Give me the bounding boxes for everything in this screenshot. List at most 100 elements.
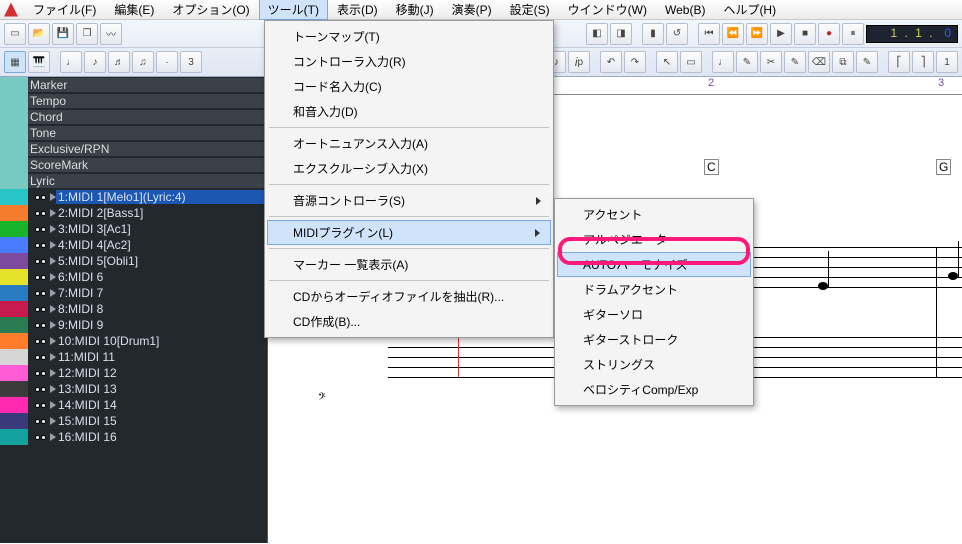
track-controls[interactable] [28,371,48,376]
menu-display[interactable]: 表示(D) [328,0,387,20]
tb-wave-icon[interactable]: 〰 [100,23,122,45]
tb-redo-icon[interactable]: ↷ [624,51,646,73]
tb-glue-icon[interactable]: ⧉ [832,51,854,73]
note[interactable] [818,282,828,290]
tb-stop-icon[interactable]: ■ [794,23,816,45]
track-section[interactable]: Lyric [0,173,267,189]
menu-play[interactable]: 演奏(P) [443,0,501,20]
track-row[interactable]: 11:MIDI 11 [0,349,267,365]
track-row[interactable]: 3:MIDI 3[Ac1] [0,221,267,237]
tb-piano-icon[interactable]: 🎹 [28,51,50,73]
menu-file[interactable]: ファイル(F) [24,0,105,20]
tb-note-16-icon[interactable]: ♬ [108,51,130,73]
tb-select-icon[interactable]: ▭ [680,51,702,73]
menu-tools[interactable]: ツール(T) [259,0,328,20]
menu-item[interactable]: コード名入力(C) [267,74,551,99]
tb-play-icon[interactable]: ▶ [770,23,792,45]
tb-insp-ip-icon[interactable]: ip [568,51,590,73]
tb-grid-icon[interactable]: ▦ [4,51,26,73]
track-row[interactable]: 16:MIDI 16 [0,429,267,445]
menu-item[interactable]: 音源コントローラ(S) [267,188,551,213]
track-controls[interactable] [28,227,48,232]
menu-item[interactable]: トーンマップ(T) [267,24,551,49]
track-section[interactable]: Marker [0,77,267,93]
tb-b1-icon[interactable]: ◧ [586,23,608,45]
track-row[interactable]: 8:MIDI 8 [0,301,267,317]
menu-edit[interactable]: 編集(E) [105,0,163,20]
track-row[interactable]: 5:MIDI 5[Obli1] [0,253,267,269]
track-controls[interactable] [28,403,48,408]
midi-plugin-submenu[interactable]: アクセントアルペジエーターAUTOハーモナイズドラムアクセントギターソロギタース… [554,198,754,406]
tb-new-icon[interactable]: ▭ [4,23,26,45]
menu-item[interactable]: コントローラ入力(R) [267,49,551,74]
tools-menu[interactable]: トーンマップ(T)コントローラ入力(R)コード名入力(C)和音入力(D) オートニ… [264,20,554,338]
track-row[interactable]: 6:MIDI 6 [0,269,267,285]
track-row[interactable]: 2:MIDI 2[Bass1] [0,205,267,221]
menu-item[interactable]: アルペジエーター [557,227,751,252]
track-controls[interactable] [28,259,48,264]
track-controls[interactable] [28,419,48,424]
tb-tool3-icon[interactable]: ✂ [760,51,782,73]
tb-cursor-icon[interactable]: ↖ [656,51,678,73]
menu-item[interactable]: AUTOハーモナイズ [557,252,751,277]
track-row[interactable]: 10:MIDI 10[Drum1] [0,333,267,349]
track-controls[interactable] [28,291,48,296]
track-row[interactable]: 9:MIDI 9 [0,317,267,333]
tb-tool4-icon[interactable]: ✎ [784,51,806,73]
track-section[interactable]: Chord [0,109,267,125]
tb-undo-icon[interactable]: ↶ [600,51,622,73]
track-controls[interactable] [28,243,48,248]
menu-item[interactable]: マーカー 一覧表示(A) [267,252,551,277]
track-row[interactable]: 15:MIDI 15 [0,413,267,429]
track-controls[interactable] [28,435,48,440]
chord-label[interactable]: C [704,159,719,175]
tb-bracket-r-icon[interactable]: ⎤ [912,51,934,73]
menu-item[interactable]: オートニュアンス入力(A) [267,131,551,156]
tb-triplet-icon[interactable]: 3 [180,51,202,73]
track-row[interactable]: 7:MIDI 7 [0,285,267,301]
menu-item[interactable]: MIDIプラグイン(L) [267,220,551,245]
tb-save-icon[interactable]: 💾 [52,23,74,45]
menu-settings[interactable]: 設定(S) [501,0,559,20]
tb-rec-icon[interactable]: ● [818,23,840,45]
tb-eraser-icon[interactable]: ⌫ [808,51,830,73]
tb-tool2-icon[interactable]: ✎ [736,51,758,73]
tb-pause-icon[interactable]: ⏸ [842,23,864,45]
menu-item[interactable]: エクスクルーシブ入力(X) [267,156,551,181]
tb-one-icon[interactable]: 1 [936,51,958,73]
menu-item[interactable]: CD作成(B)... [267,309,551,334]
menu-item[interactable]: CDからオーディオファイルを抽出(R)... [267,284,551,309]
track-controls[interactable] [28,387,48,392]
tb-copy-icon[interactable]: ❐ [76,23,98,45]
menu-item[interactable]: ギターソロ [557,302,751,327]
track-controls[interactable] [28,195,48,200]
menu-help[interactable]: ヘルプ(H) [714,0,785,20]
tb-ff-icon[interactable]: ⏩ [746,23,768,45]
tb-bracket-l-icon[interactable]: ⎡ [888,51,910,73]
tb-b2-icon[interactable]: ◨ [610,23,632,45]
menu-item[interactable]: 和音入力(D) [267,99,551,124]
track-controls[interactable] [28,355,48,360]
menu-move[interactable]: 移動(J) [387,0,443,20]
menu-item[interactable]: ベロシティComp/Exp [557,377,751,402]
track-row[interactable]: 12:MIDI 12 [0,365,267,381]
menu-item[interactable]: アクセント [557,202,751,227]
menu-web[interactable]: Web(B) [656,1,714,19]
track-controls[interactable] [28,275,48,280]
tb-tool7-icon[interactable]: ✎ [856,51,878,73]
menu-option[interactable]: オプション(O) [163,0,258,20]
track-controls[interactable] [28,307,48,312]
tb-open-icon[interactable]: 📂 [28,23,50,45]
track-controls[interactable] [28,323,48,328]
tb-note-whole-icon[interactable]: ♩ [60,51,82,73]
chord-label[interactable]: G [936,159,951,175]
track-row[interactable]: 13:MIDI 13 [0,381,267,397]
track-section[interactable]: Tempo [0,93,267,109]
tb-rew-start-icon[interactable]: ⏮ [698,23,720,45]
menu-item[interactable]: ストリングス [557,352,751,377]
track-row[interactable]: 1:MIDI 1[Melo1](Lyric:4) [0,189,267,205]
note[interactable] [948,272,958,280]
tb-tool1-icon[interactable]: ♩ [712,51,734,73]
menu-item[interactable]: ドラムアクセント [557,277,751,302]
menu-window[interactable]: ウインドウ(W) [559,0,656,20]
